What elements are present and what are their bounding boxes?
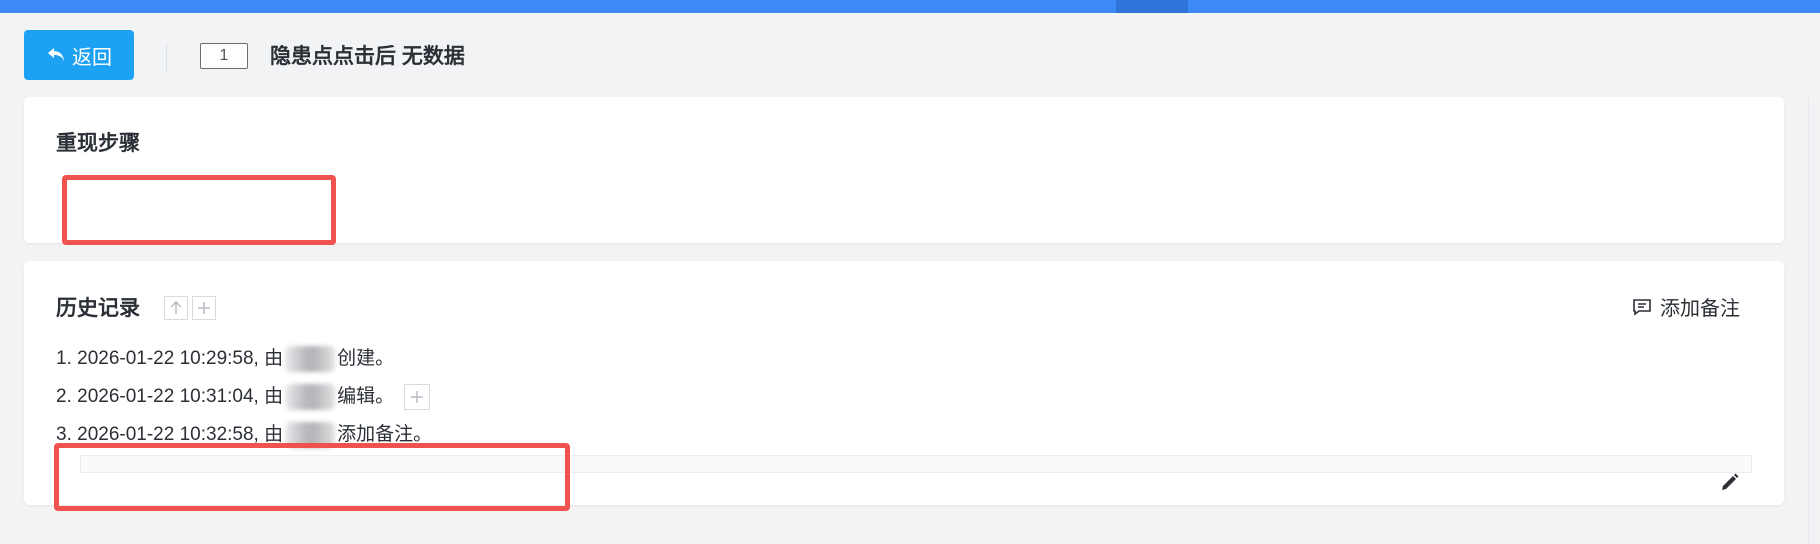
back-button-label: 返回 [72, 46, 112, 69]
page-header: 返回 1 隐患点点击后 无数据 [0, 13, 1820, 85]
history-entry-text: 2. 2026-01-22 10:31:04, 由 [56, 386, 284, 407]
history-entry-action: 编辑。 [337, 386, 395, 407]
redacted-username [285, 346, 336, 372]
history-entry: 2. 2026-01-22 10:31:04, 由 编辑。 [56, 378, 432, 416]
history-title: 历史记录 [56, 297, 140, 320]
expand-changes-icon[interactable] [404, 384, 431, 410]
top-nav-active-segment[interactable] [1116, 0, 1188, 13]
comment-icon [1633, 298, 1651, 316]
redacted-repro-content [62, 175, 336, 245]
history-entry-action: 创建。 [337, 348, 395, 369]
arrow-up-icon[interactable] [164, 296, 188, 320]
redacted-note-content [54, 443, 570, 511]
issue-id-badge: 1 [200, 43, 248, 69]
page-title: 隐患点点击后 无数据 [270, 45, 465, 68]
history-entry-text: 1. 2026-01-22 10:29:58, 由 [56, 348, 284, 369]
add-note-label: 添加备注 [1660, 298, 1740, 320]
add-note-button[interactable]: 添加备注 [1632, 292, 1740, 321]
history-list: 1. 2026-01-22 10:29:58, 由 创建。 2. 2026-01… [56, 340, 432, 454]
scrollbar-track[interactable] [1808, 97, 1820, 544]
redacted-username [285, 384, 336, 410]
history-actions [164, 296, 216, 320]
repro-steps-title: 重现步骤 [56, 132, 140, 155]
header-divider [166, 43, 167, 73]
top-nav-bar [0, 0, 1820, 13]
history-entry: 1. 2026-01-22 10:29:58, 由 创建。 [56, 340, 432, 378]
plus-icon[interactable] [192, 296, 216, 320]
back-arrow-icon [48, 48, 64, 61]
pencil-icon[interactable] [1718, 470, 1742, 494]
back-button[interactable]: 返回 [24, 30, 134, 80]
